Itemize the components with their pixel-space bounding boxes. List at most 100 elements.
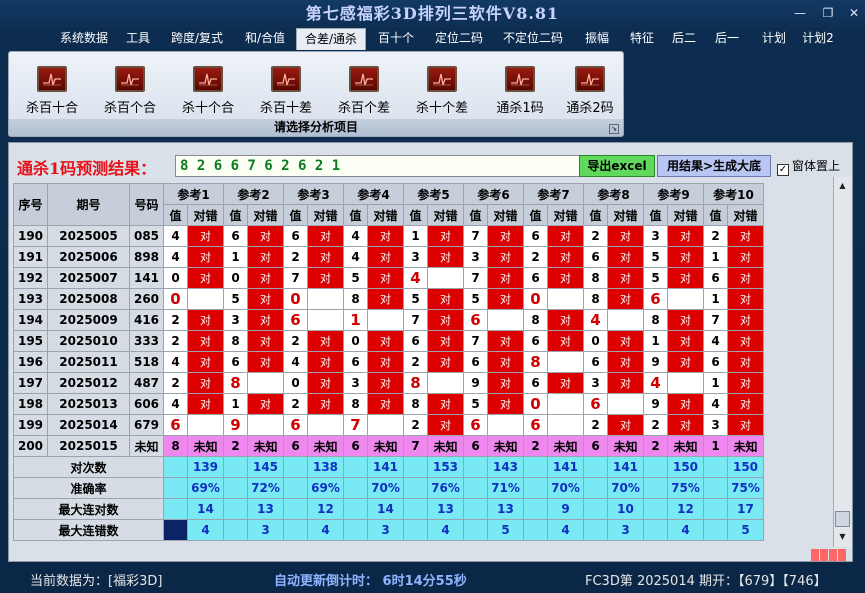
value-cell: 7 bbox=[403, 435, 428, 457]
value-cell: 2 bbox=[283, 393, 308, 415]
result-cell: 对 bbox=[727, 351, 764, 373]
menu-item-10[interactable]: 后二 bbox=[666, 28, 702, 50]
menu-item-11[interactable]: 后一 bbox=[709, 28, 745, 50]
scroll-thumb[interactable] bbox=[835, 511, 850, 527]
result-cell: 未知 bbox=[367, 435, 404, 457]
result-cell: 对 bbox=[727, 309, 764, 331]
stats-value: 12 bbox=[667, 498, 704, 520]
generate-big-base-button[interactable]: 用结果>生成大底 bbox=[657, 155, 771, 177]
table-row[interactable]: 198 2025013 606 4 对 1 对 2 对 8 对 8 对 5 对 0 6 9 对 4 对 bbox=[13, 393, 764, 415]
menu-item-6[interactable]: 定位二码 bbox=[428, 28, 490, 50]
table-row[interactable]: 190 2025005 085 4 对 6 对 6 对 4 对 1 对 7 对 6 对 2 对 3 对 2 对 bbox=[13, 225, 764, 247]
value-cell: 8 bbox=[583, 288, 608, 310]
prediction-result-field[interactable]: 8 2 6 6 7 6 2 6 2 1 bbox=[175, 155, 581, 177]
value-cell: 1 bbox=[403, 225, 428, 247]
stats-value: 5 bbox=[727, 519, 764, 541]
scroll-down-icon[interactable]: ▼ bbox=[836, 530, 849, 543]
table-row[interactable]: 193 2025008 260 0 5 对 0 8 对 5 对 5 对 0 8 对 6 1 对 bbox=[13, 288, 764, 310]
val-subheader: 值 bbox=[643, 204, 668, 226]
table-row[interactable]: 195 2025010 333 2 对 8 对 2 对 0 对 6 对 7 对 6 对 0 对 1 对 4 对 bbox=[13, 330, 764, 352]
value-cell: 6 bbox=[583, 393, 608, 415]
menu-item-5[interactable]: 百十个 bbox=[373, 28, 419, 50]
menu-item-1[interactable]: 工具 bbox=[120, 28, 156, 50]
number-cell: 333 bbox=[129, 330, 164, 352]
value-cell: 6 bbox=[583, 435, 608, 457]
ribbon-button-7[interactable]: 通杀2码 bbox=[557, 66, 623, 116]
menu-item-4[interactable]: 合差/通杀 bbox=[296, 28, 366, 50]
maximize-button[interactable]: ❐ bbox=[820, 6, 836, 20]
menu-item-9[interactable]: 特征 bbox=[623, 28, 661, 50]
table-row[interactable]: 197 2025012 487 2 对 8 0 对 3 对 8 9 对 6 对 3 对 4 1 对 bbox=[13, 372, 764, 394]
result-cell: 对 bbox=[307, 393, 344, 415]
result-cell: 对 bbox=[307, 372, 344, 394]
result-cell: 未知 bbox=[727, 435, 764, 457]
seq-cell: 195 bbox=[13, 330, 48, 352]
result-cell: 对 bbox=[667, 309, 704, 331]
value-cell: 8 bbox=[343, 393, 368, 415]
stats-value: 141 bbox=[607, 456, 644, 478]
vertical-scrollbar[interactable]: ▲ ▼ bbox=[833, 177, 851, 547]
menu-item-8[interactable]: 振幅 bbox=[578, 28, 616, 50]
checkbox-box[interactable]: ✓ bbox=[777, 164, 789, 176]
menu-item-13[interactable]: 计划2 bbox=[798, 28, 838, 50]
table-row[interactable]: 199 2025014 679 6 9 6 7 2 对 6 6 2 对 2 对 3 对 bbox=[13, 414, 764, 436]
result-cell bbox=[487, 414, 524, 436]
menu-item-12[interactable]: 计划 bbox=[755, 28, 793, 50]
value-cell: 4 bbox=[343, 246, 368, 268]
value-cell: 4 bbox=[163, 393, 188, 415]
value-cell: 6 bbox=[703, 267, 728, 289]
value-cell: 5 bbox=[463, 288, 488, 310]
ribbon-button-6[interactable]: 通杀1码 bbox=[487, 66, 553, 116]
ribbon-button-3[interactable]: 杀百十差 bbox=[253, 66, 319, 116]
ref-header-6: 参考6 bbox=[463, 183, 524, 205]
menu-item-2[interactable]: 跨度/复式 bbox=[164, 28, 230, 50]
export-excel-button[interactable]: 导出excel bbox=[579, 155, 655, 177]
result-cell: 对 bbox=[367, 246, 404, 268]
result-cell: 对 bbox=[607, 372, 644, 394]
value-cell: 3 bbox=[643, 225, 668, 247]
seq-cell: 191 bbox=[13, 246, 48, 268]
expand-icon[interactable]: ↘ bbox=[609, 124, 619, 134]
period-cell: 2025015 bbox=[47, 435, 130, 457]
ribbon-button-1[interactable]: 杀百个合 bbox=[97, 66, 163, 116]
value-cell: 7 bbox=[403, 309, 428, 331]
table-row[interactable]: 192 2025007 141 0 对 0 对 7 对 5 对 4 7 对 6 对 8 对 5 对 6 对 bbox=[13, 267, 764, 289]
ribbon-button-2[interactable]: 杀十个合 bbox=[175, 66, 241, 116]
stats-value: 75% bbox=[667, 477, 704, 499]
value-cell: 4 bbox=[163, 246, 188, 268]
col-period-header: 期号 bbox=[47, 183, 130, 226]
topmost-checkbox[interactable]: ✓ 窗体置上 bbox=[777, 157, 840, 176]
value-cell: 8 bbox=[403, 372, 428, 394]
result-cell: 对 bbox=[187, 372, 224, 394]
value-cell: 0 bbox=[343, 330, 368, 352]
menu-item-0[interactable]: 系统数据 bbox=[52, 28, 116, 50]
menu-item-7[interactable]: 不定位二码 bbox=[495, 28, 571, 50]
stats-spacer bbox=[403, 519, 428, 541]
stats-spacer bbox=[223, 456, 248, 478]
ribbon-button-0[interactable]: 杀百十合 bbox=[19, 66, 85, 116]
result-cell: 对 bbox=[667, 414, 704, 436]
ref-header-1: 参考1 bbox=[163, 183, 224, 205]
result-cell: 对 bbox=[247, 393, 284, 415]
table-row[interactable]: 194 2025009 416 2 对 3 对 6 1 7 对 6 8 对 4 8 对 7 对 bbox=[13, 309, 764, 331]
stats-spacer bbox=[343, 456, 368, 478]
ribbon-button-5[interactable]: 杀十个差 bbox=[409, 66, 475, 116]
value-cell: 3 bbox=[583, 372, 608, 394]
col-seq-header: 序号 bbox=[13, 183, 48, 226]
stats-spacer bbox=[703, 519, 728, 541]
result-cell: 未知 bbox=[607, 435, 644, 457]
menu-item-3[interactable]: 和/合值 bbox=[237, 28, 293, 50]
scroll-up-icon[interactable]: ▲ bbox=[836, 179, 849, 192]
table-row[interactable]: 191 2025006 898 4 对 1 对 2 对 4 对 3 对 3 对 2 对 6 对 5 对 1 对 bbox=[13, 246, 764, 268]
minimize-button[interactable]: — bbox=[792, 6, 808, 20]
stats-spacer bbox=[403, 456, 428, 478]
close-button[interactable]: ✕ bbox=[846, 6, 862, 20]
result-cell: 对 bbox=[727, 372, 764, 394]
result-cell: 对 bbox=[727, 393, 764, 415]
table-row[interactable]: 200 2025015 未知 8 未知 2 未知 6 未知 6 未知 7 未知 6 未知 2 未知 6 未知 2 未知 1… bbox=[13, 435, 764, 457]
status-bar: 当前数据为：[福彩3D] 自动更新倒计时： 6时14分55秒 FC3D第 202… bbox=[0, 562, 865, 593]
stats-label: 最大连错数 bbox=[13, 519, 164, 541]
stats-spacer bbox=[343, 519, 368, 541]
ribbon-button-4[interactable]: 杀百个差 bbox=[331, 66, 397, 116]
table-row[interactable]: 196 2025011 518 4 对 6 对 4 对 6 对 2 对 6 对 8 6 对 9 对 6 对 bbox=[13, 351, 764, 373]
